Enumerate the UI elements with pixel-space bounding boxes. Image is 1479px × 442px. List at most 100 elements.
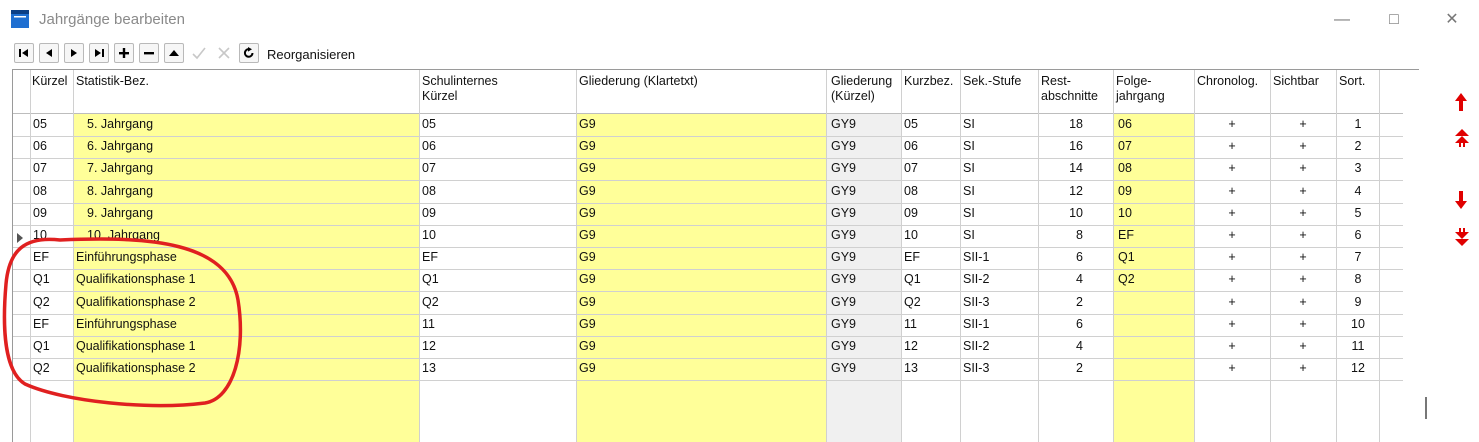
cell-restabschnitte[interactable]: 12	[1041, 184, 1083, 198]
cell-kuerzel[interactable]: Q1	[33, 339, 71, 353]
cell-gliederung-kuerzel[interactable]: GY9	[831, 295, 897, 309]
cell-statistik-bez[interactable]: 9. Jahrgang	[87, 206, 416, 220]
cell-chronolog[interactable]: +	[1197, 339, 1267, 353]
move-bottom-icon[interactable]	[1454, 227, 1470, 247]
cell-chronolog[interactable]: +	[1197, 139, 1267, 153]
cell-chronolog[interactable]: +	[1197, 250, 1267, 264]
cell-sek-stufe[interactable]: SII-1	[963, 250, 1033, 264]
cell-chronolog[interactable]: +	[1197, 184, 1267, 198]
scrollbar-thumb[interactable]	[1425, 397, 1427, 419]
reorganize-button[interactable]: Reorganisieren	[267, 47, 355, 62]
table-row[interactable]: 10 10. Jahrgang 10 G9 GY9 10 SI 8 EF + +6	[13, 225, 1403, 248]
cell-kurzbez[interactable]: 06	[904, 139, 956, 153]
cell-gliederung-kuerzel[interactable]: GY9	[831, 272, 897, 286]
cell-restabschnitte[interactable]: 2	[1041, 295, 1083, 309]
first-record-button[interactable]	[14, 43, 34, 63]
table-row[interactable]: 05 5. Jahrgang 05 G9 GY9 05 SI 18 06 + +1	[13, 114, 1403, 137]
cell-schulinternes-kuerzel[interactable]: EF	[422, 250, 572, 264]
table-row[interactable]: 06 6. Jahrgang 06 G9 GY9 06 SI 16 07 + +2	[13, 136, 1403, 160]
cell-kurzbez[interactable]: 08	[904, 184, 956, 198]
cell-gliederung-klartext[interactable]: G9	[579, 295, 819, 309]
next-record-button[interactable]	[64, 43, 84, 63]
cell-restabschnitte[interactable]: 10	[1041, 206, 1083, 220]
cell-folgejahrgang[interactable]: 07	[1118, 139, 1188, 153]
cell-sort[interactable]: 10	[1339, 317, 1377, 331]
cell-kuerzel[interactable]: 10	[33, 228, 71, 242]
cell-folgejahrgang[interactable]: 08	[1118, 161, 1188, 175]
cell-gliederung-klartext[interactable]: G9	[579, 184, 819, 198]
cell-statistik-bez[interactable]: 5. Jahrgang	[87, 117, 416, 131]
cell-sichtbar[interactable]: +	[1273, 361, 1333, 375]
cell-kurzbez[interactable]: 10	[904, 228, 956, 242]
header-gliederung-kuerzel[interactable]: Gliederung (Kürzel)	[831, 74, 892, 104]
cell-statistik-bez[interactable]: 7. Jahrgang	[87, 161, 416, 175]
cell-folgejahrgang[interactable]: Q1	[1118, 250, 1188, 264]
cell-statistik-bez[interactable]: 6. Jahrgang	[87, 139, 416, 153]
cell-sort[interactable]: 3	[1339, 161, 1377, 175]
cell-kuerzel[interactable]: Q2	[33, 361, 71, 375]
header-kuerzel[interactable]: Kürzel	[32, 74, 67, 89]
cell-chronolog[interactable]: +	[1197, 228, 1267, 242]
cell-gliederung-kuerzel[interactable]: GY9	[831, 206, 897, 220]
cell-kurzbez[interactable]: 12	[904, 339, 956, 353]
cell-gliederung-kuerzel[interactable]: GY9	[831, 228, 897, 242]
cell-gliederung-klartext[interactable]: G9	[579, 339, 819, 353]
cell-kurzbez[interactable]: Q1	[904, 272, 956, 286]
cell-kuerzel[interactable]: Q2	[33, 295, 71, 309]
cell-restabschnitte[interactable]: 18	[1041, 117, 1083, 131]
cell-sichtbar[interactable]: +	[1273, 206, 1333, 220]
cell-folgejahrgang[interactable]: 10	[1118, 206, 1188, 220]
cell-sek-stufe[interactable]: SII-3	[963, 361, 1033, 375]
cell-statistik-bez[interactable]: 10. Jahrgang	[87, 228, 416, 242]
header-gliederung-klartext[interactable]: Gliederung (Klartetxt)	[579, 74, 698, 89]
cell-sort[interactable]: 1	[1339, 117, 1377, 131]
table-row[interactable]: Q2 Qualifikationsphase 2 13 G9 GY9 13 SII-3 2 + +…	[13, 358, 1403, 382]
cell-gliederung-kuerzel[interactable]: GY9	[831, 139, 897, 153]
cell-sek-stufe[interactable]: SI	[963, 184, 1033, 198]
cell-sort[interactable]: 11	[1339, 339, 1377, 353]
cell-gliederung-klartext[interactable]: G9	[579, 228, 819, 242]
cell-statistik-bez[interactable]: 8. Jahrgang	[87, 184, 416, 198]
cell-restabschnitte[interactable]: 6	[1041, 250, 1083, 264]
cell-kuerzel[interactable]: EF	[33, 317, 71, 331]
cell-kurzbez[interactable]: 09	[904, 206, 956, 220]
cell-kuerzel[interactable]: EF	[33, 250, 71, 264]
cell-statistik-bez[interactable]: Qualifikationsphase 2	[76, 361, 416, 375]
cell-schulinternes-kuerzel[interactable]: Q2	[422, 295, 572, 309]
cell-statistik-bez[interactable]: Qualifikationsphase 1	[76, 272, 416, 286]
cell-schulinternes-kuerzel[interactable]: 11	[422, 317, 572, 331]
cell-gliederung-klartext[interactable]: G9	[579, 272, 819, 286]
cell-gliederung-klartext[interactable]: G9	[579, 250, 819, 264]
cell-restabschnitte[interactable]: 4	[1041, 339, 1083, 353]
cell-chronolog[interactable]: +	[1197, 161, 1267, 175]
cell-schulinternes-kuerzel[interactable]: Q1	[422, 272, 572, 286]
table-row[interactable]: EF Einführungsphase EF G9 GY9 EF SII-1 6 Q1 + +7	[13, 247, 1403, 271]
cell-sort[interactable]: 8	[1339, 272, 1377, 286]
cell-sek-stufe[interactable]: SI	[963, 228, 1033, 242]
refresh-button[interactable]	[239, 43, 259, 63]
cell-kuerzel[interactable]: 08	[33, 184, 71, 198]
cell-folgejahrgang[interactable]: 06	[1118, 117, 1188, 131]
cell-sek-stufe[interactable]: SI	[963, 206, 1033, 220]
cell-restabschnitte[interactable]: 6	[1041, 317, 1083, 331]
cell-schulinternes-kuerzel[interactable]: 10	[422, 228, 572, 242]
cell-sichtbar[interactable]: +	[1273, 228, 1333, 242]
cell-restabschnitte[interactable]: 16	[1041, 139, 1083, 153]
cell-chronolog[interactable]: +	[1197, 317, 1267, 331]
cell-folgejahrgang[interactable]: 09	[1118, 184, 1188, 198]
last-record-button[interactable]	[89, 43, 109, 63]
cancel-button[interactable]	[214, 43, 234, 63]
cell-kurzbez[interactable]: 05	[904, 117, 956, 131]
cell-chronolog[interactable]: +	[1197, 117, 1267, 131]
prev-record-button[interactable]	[39, 43, 59, 63]
cell-gliederung-kuerzel[interactable]: GY9	[831, 339, 897, 353]
cell-gliederung-klartext[interactable]: G9	[579, 139, 819, 153]
post-button[interactable]	[189, 43, 209, 63]
close-button[interactable]: ✕	[1432, 8, 1472, 32]
cell-sichtbar[interactable]: +	[1273, 295, 1333, 309]
delete-record-button[interactable]	[139, 43, 159, 63]
cell-sort[interactable]: 7	[1339, 250, 1377, 264]
cell-chronolog[interactable]: +	[1197, 272, 1267, 286]
cell-sort[interactable]: 4	[1339, 184, 1377, 198]
cell-kuerzel[interactable]: 09	[33, 206, 71, 220]
